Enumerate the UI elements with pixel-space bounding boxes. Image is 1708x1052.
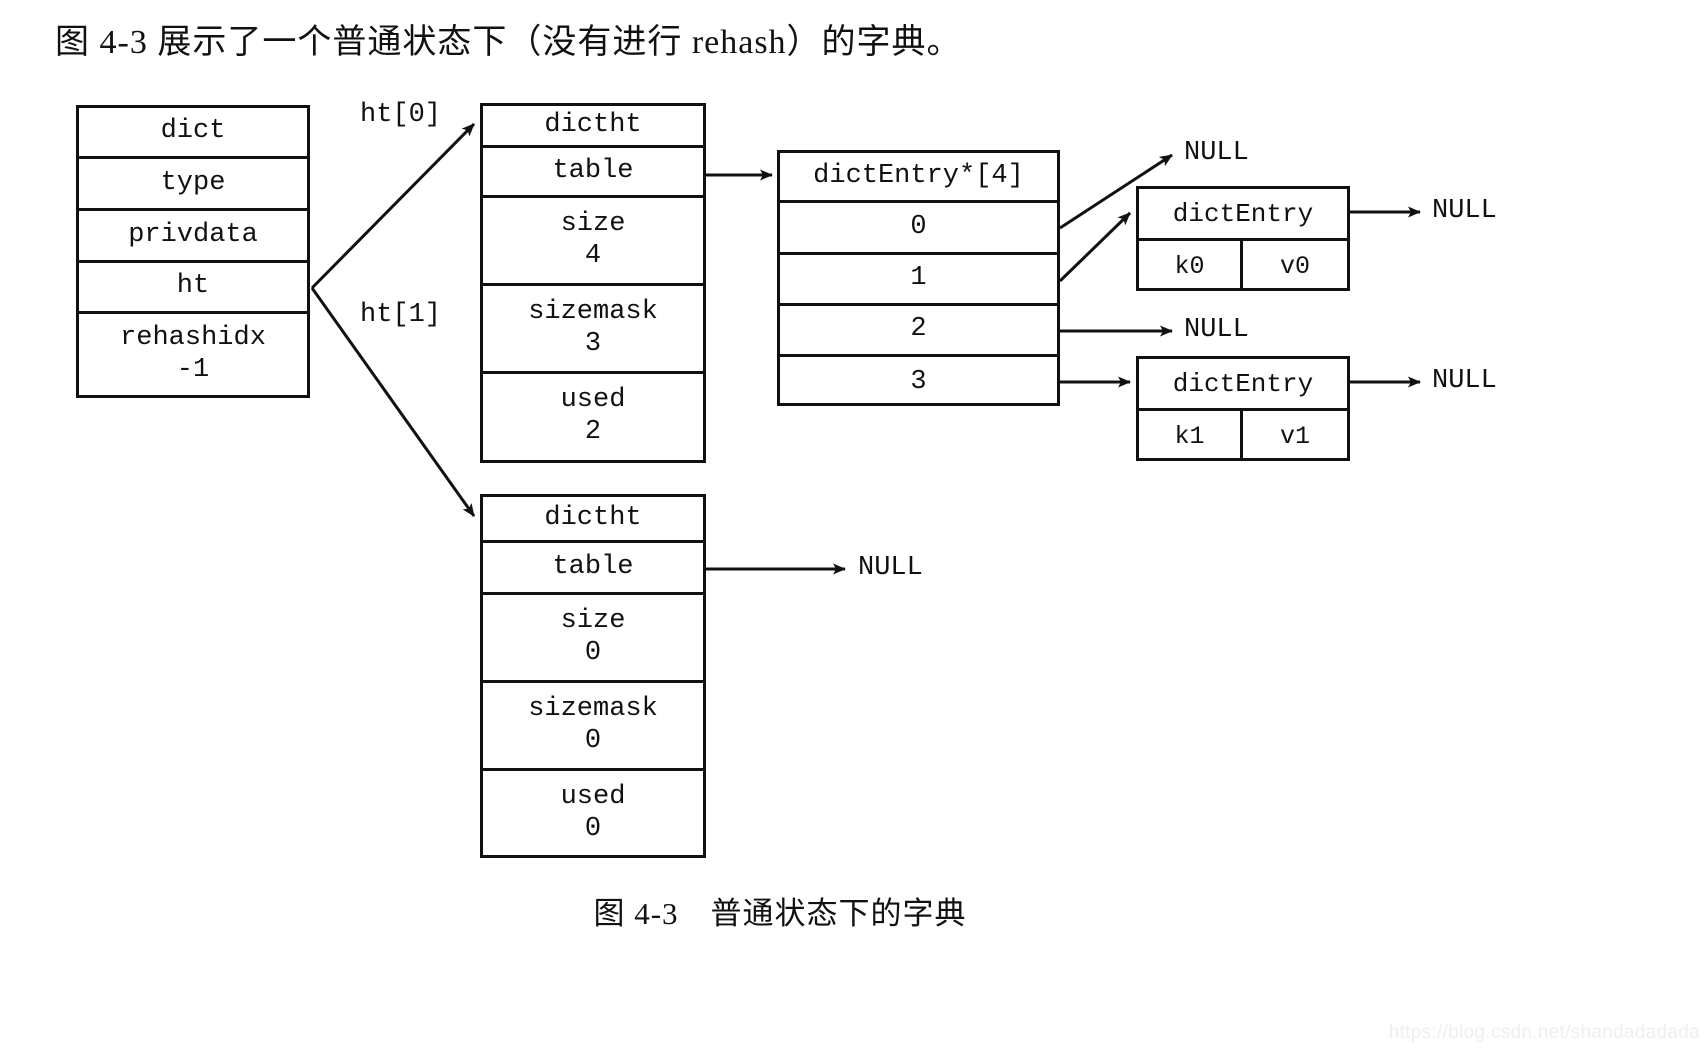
null-label-bucket2: NULL [1184, 315, 1249, 345]
dictht0-row-sizemask: sizemask 3 [483, 286, 703, 374]
dict-entry-node-k0-key: k0 [1139, 241, 1243, 291]
bucket-table-box: dictEntry*[4] 0 1 2 3 [777, 150, 1060, 406]
figure-canvas: 图 4-3 展示了一个普通状态下（没有进行 rehash）的字典。 dict t… [0, 0, 1708, 1052]
dictht0-row-used-label: used [560, 385, 626, 416]
dictht1-struct-box: dictht table size 0 sizemask 0 used 0 [480, 494, 706, 858]
dict-entry-node-k0-kv: k0 v0 [1139, 241, 1347, 291]
bucket-row-0-index: 0 [910, 211, 927, 242]
dictht0-row-sizemask-label: sizemask [528, 296, 658, 327]
dictht1-row-size: size 0 [483, 595, 703, 683]
dictht0-row-sizemask-value: 3 [584, 328, 602, 359]
dictht0-row-used-value: 2 [584, 417, 602, 447]
dict-row-privdata: privdata [79, 211, 307, 263]
dictht1-row-sizemask: sizemask 0 [483, 683, 703, 771]
dictht0-struct-box: dictht table size 4 sizemask 3 used 2 [480, 103, 706, 463]
bucket-row-2: 2 [780, 306, 1057, 357]
dict-row-name-label: dict [160, 116, 226, 147]
bucket-row-3: 3 [780, 357, 1057, 409]
dict-entry-node-k1-kv: k1 v1 [1139, 411, 1347, 461]
null-label-entry1-next: NULL [1432, 366, 1497, 396]
dict-entry-node-k0-value: v0 [1279, 251, 1310, 281]
figure-caption: 图 4-3 普通状态下的字典 [593, 896, 967, 931]
dict-entry-node-k1-key: k1 [1139, 411, 1243, 461]
dictht1-row-sizemask-label: sizemask [528, 693, 658, 724]
dictht0-row-size-label: size [560, 208, 626, 239]
dict-row-rehashidx-label: rehashidx [120, 322, 266, 353]
dict-row-rehashidx-value: -1 [176, 354, 210, 385]
dictht1-row-size-label: size [560, 605, 626, 636]
bucket-table-header-label: dictEntry*[4] [813, 160, 1024, 191]
bucket-row-2-index: 2 [910, 314, 927, 345]
dictht1-row-name: dictht [483, 497, 703, 543]
null-label-ht1-table: NULL [858, 553, 923, 583]
watermark-text: https://blog.csdn.net/shandadadada [1388, 1022, 1700, 1043]
dict-entry-node-k0-head: dictEntry [1139, 189, 1347, 241]
dictht1-row-name-label: dictht [544, 502, 642, 533]
dictht0-row-used: used 2 [483, 374, 703, 460]
dict-row-privdata-label: privdata [128, 219, 258, 250]
edge-label-ht1: ht[1] [360, 300, 442, 330]
bucket-table-header: dictEntry*[4] [780, 153, 1057, 203]
dict-row-ht: ht [79, 263, 307, 314]
edge-label-ht0: ht[0] [360, 100, 442, 130]
dictht0-row-size-value: 4 [584, 240, 602, 271]
dictht1-row-size-value: 0 [584, 637, 602, 668]
dictht1-row-sizemask-value: 0 [584, 725, 602, 756]
dictht0-row-table: table [483, 148, 703, 198]
dict-row-type: type [79, 159, 307, 211]
dict-struct-box: dict type privdata ht rehashidx -1 [76, 105, 310, 398]
dictht1-row-table-label: table [552, 551, 634, 582]
dict-entry-node-k1: dictEntry k1 v1 [1136, 356, 1350, 461]
bucket-row-1: 1 [780, 255, 1057, 306]
dict-row-type-label: type [160, 167, 226, 198]
dictht0-row-name: dictht [483, 106, 703, 148]
dictht1-row-table: table [483, 543, 703, 595]
null-label-entry0-next: NULL [1432, 196, 1497, 226]
dict-row-rehashidx: rehashidx -1 [79, 314, 307, 395]
bucket-row-3-index: 3 [910, 367, 927, 398]
bucket-row-0: 0 [780, 203, 1057, 255]
dict-entry-node-k0: dictEntry k0 v0 [1136, 186, 1350, 291]
dict-entry-node-k1-value: v1 [1279, 421, 1310, 451]
dictht0-row-size: size 4 [483, 198, 703, 286]
dict-row-ht-label: ht [176, 271, 210, 302]
null-label-bucket0: NULL [1184, 138, 1249, 168]
dictht0-row-name-label: dictht [544, 109, 642, 140]
dictht0-row-table-label: table [552, 155, 634, 186]
intro-paragraph: 图 4-3 展示了一个普通状态下（没有进行 rehash）的字典。 [55, 24, 962, 61]
dictht1-row-used: used 0 [483, 771, 703, 857]
arrow-ht0 [310, 122, 476, 290]
dict-entry-node-k1-head: dictEntry [1139, 359, 1347, 411]
bucket-row-1-index: 1 [910, 263, 927, 294]
arrow-bucket1-entry0 [1058, 211, 1132, 283]
dict-row-name: dict [79, 108, 307, 159]
dictht1-row-used-label: used [560, 782, 626, 813]
dictht1-row-used-value: 0 [584, 814, 602, 844]
